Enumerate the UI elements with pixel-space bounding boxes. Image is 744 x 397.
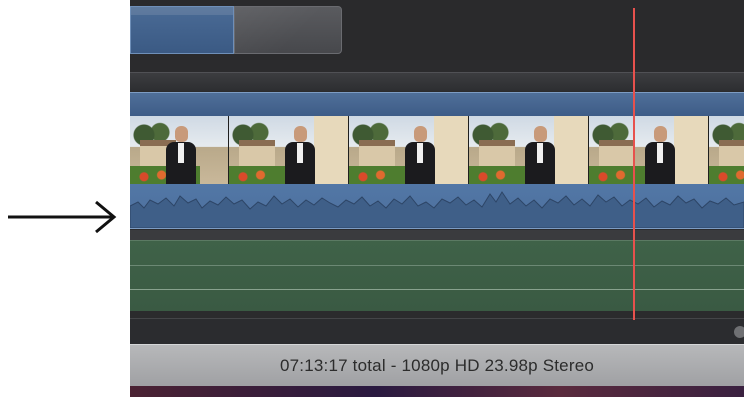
arrow-right-icon — [8, 200, 117, 234]
annotation-arrow-icon — [0, 190, 130, 250]
playhead[interactable] — [633, 8, 635, 320]
audio-level-line — [130, 265, 744, 266]
filmstrip-frame — [229, 116, 348, 184]
audio-waveform[interactable] — [130, 184, 744, 229]
track-gap — [130, 230, 744, 240]
timeline[interactable]: 07:13:17 total - 1080p HD 23.98p Stereo — [130, 0, 744, 397]
project-summary-text: 07:13:17 total - 1080p HD 23.98p Stereo — [279, 356, 595, 375]
filmstrip-frame — [709, 116, 744, 184]
empty-track — [130, 318, 744, 345]
track-divider — [130, 72, 744, 91]
connected-clip-gap[interactable] — [234, 6, 342, 54]
waveform-graphic — [130, 191, 744, 229]
primary-clip-header[interactable] — [130, 92, 744, 117]
timeline-status-bar: 07:13:17 total - 1080p HD 23.98p Stereo — [130, 344, 744, 387]
connected-clip[interactable] — [130, 6, 234, 54]
primary-clip-filmstrip[interactable] — [130, 116, 744, 184]
audio-clip-track[interactable] — [130, 240, 744, 311]
window-edge — [130, 386, 744, 397]
audio-level-line — [130, 289, 744, 290]
scrollbar-thumb[interactable] — [734, 326, 744, 338]
filmstrip-frame — [589, 116, 708, 184]
filmstrip-frame — [349, 116, 468, 184]
filmstrip-frame — [469, 116, 588, 184]
filmstrip-frame — [130, 116, 228, 184]
